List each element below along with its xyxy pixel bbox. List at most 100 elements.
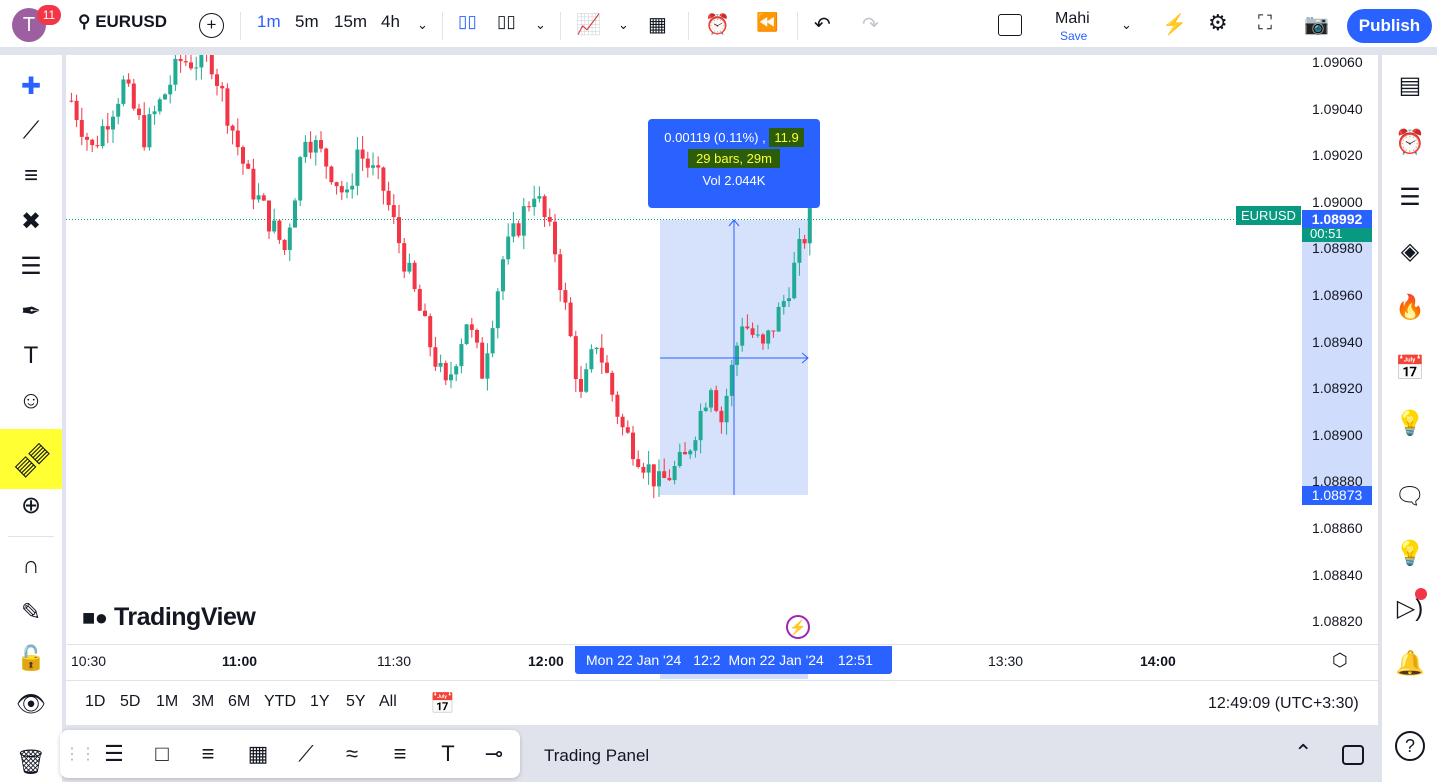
path-icon[interactable]: ≈ (336, 738, 368, 770)
candle (287, 227, 292, 251)
maximize-panel-icon[interactable] (1342, 745, 1364, 765)
horizontal-lines-icon[interactable]: ≡ (14, 159, 48, 193)
candle (319, 140, 323, 149)
fib-levels-icon[interactable]: ≡ (192, 738, 224, 770)
lock-icon[interactable]: 🔓 (14, 641, 48, 675)
clock-label[interactable]: 12:49:09 (UTC+3:30) (1208, 695, 1359, 713)
lock-drawing-icon[interactable]: ✎ (14, 595, 48, 629)
settings-gear-icon[interactable]: ⚙ (1208, 10, 1228, 36)
bars-style-icon[interactable]: ▯▯ (497, 12, 516, 32)
symbol-search[interactable]: ⚲ EURUSD (78, 12, 167, 32)
candle (246, 163, 251, 169)
camera-icon[interactable]: 📷 (1304, 12, 1329, 37)
range-all[interactable]: All (379, 693, 397, 711)
candle (532, 198, 537, 208)
save-button[interactable]: Save (1060, 29, 1087, 43)
range-3m[interactable]: 3M (192, 693, 214, 711)
parallel-channel-icon[interactable]: ≡ (384, 738, 416, 770)
layout-grid-icon[interactable]: ▦ (648, 12, 667, 37)
magnet-icon[interactable]: ∩ (14, 549, 48, 583)
publish-button[interactable]: Publish (1347, 9, 1432, 43)
pattern-icon[interactable]: ✖ (14, 204, 48, 238)
eye-icon[interactable]: 👁 (14, 687, 48, 721)
candle (256, 195, 261, 200)
candles-icon[interactable]: ▯▯ (458, 12, 477, 32)
chevron-down-icon[interactable]: ⌄ (417, 17, 428, 33)
select-all-icon[interactable] (998, 14, 1022, 36)
notification-dot (1415, 588, 1427, 600)
candle (308, 141, 313, 153)
undo-icon[interactable]: ↶ (814, 12, 831, 37)
goto-date-icon[interactable]: 📅 (430, 691, 455, 716)
last-price-label: 1.08992 (1302, 210, 1372, 228)
candle (313, 140, 318, 153)
chevron-down-icon[interactable]: ⌄ (1121, 17, 1132, 33)
range-6m[interactable]: 6M (228, 693, 250, 711)
trend-line-icon[interactable]: ⟋ (290, 738, 322, 770)
notifications-bell-icon[interactable]: 🔔 (1392, 645, 1428, 681)
candle (147, 114, 152, 148)
streams-icon[interactable]: 💡 (1392, 535, 1428, 571)
redo-icon[interactable]: ↷ (862, 12, 879, 37)
replay-icon[interactable]: ⏪ (756, 12, 778, 33)
chevron-down-icon[interactable]: ⌄ (618, 17, 629, 33)
text-tool-icon[interactable]: T (432, 738, 464, 770)
drag-handle-icon[interactable]: ⋮⋮ (64, 738, 96, 770)
help-icon[interactable]: ? (1395, 731, 1425, 761)
candle (641, 466, 646, 473)
chevron-down-icon[interactable]: ⌄ (535, 17, 546, 33)
ideas-bulb-icon[interactable]: 💡 (1392, 405, 1428, 441)
zoom-in-icon[interactable]: ⊕ (14, 488, 48, 522)
range-5y[interactable]: 5Y (346, 693, 366, 711)
candle (116, 103, 121, 117)
interval-5m[interactable]: 5m (295, 12, 319, 32)
gann-grid-icon[interactable]: ▦ (242, 738, 274, 770)
interval-1m[interactable]: 1m (257, 12, 281, 32)
price-tick: 1.09040 (1312, 100, 1363, 117)
collapse-panel-icon[interactable]: ⌃ (1294, 740, 1312, 766)
compare-add-icon[interactable]: + (199, 13, 224, 38)
trend-line-icon[interactable]: ⟋ (14, 114, 48, 148)
brush-icon[interactable]: ✒ (14, 294, 48, 328)
rectangle-tool-icon[interactable]: □ (146, 738, 178, 770)
fullscreen-icon[interactable]: ⛶ (1258, 12, 1272, 35)
symbol-label: EURUSD (95, 12, 167, 31)
indicators-icon[interactable]: 📈 (576, 12, 601, 37)
candle (667, 477, 672, 481)
candle (755, 334, 760, 336)
alert-icon[interactable]: ⏰ (705, 12, 730, 37)
lightning-icon[interactable]: ⚡ (786, 615, 810, 639)
range-1d[interactable]: 1D (85, 693, 105, 711)
text-icon[interactable]: T (14, 339, 48, 373)
range-5d[interactable]: 5D (120, 693, 140, 711)
range-ytd[interactable]: YTD (264, 693, 296, 711)
chat-icon[interactable]: 🗨 (1392, 478, 1428, 514)
range-1m[interactable]: 1M (156, 693, 178, 711)
trading-panel-title[interactable]: Trading Panel (544, 746, 649, 766)
price-tick: 1.08920 (1312, 380, 1363, 397)
alarm-clock-icon[interactable]: ⏰ (1392, 124, 1428, 160)
layout-name[interactable]: Mahi (1055, 10, 1090, 28)
candle (183, 61, 188, 63)
calendar-icon[interactable]: 📅 (1392, 350, 1428, 386)
candle (386, 190, 391, 206)
add-list-icon[interactable]: ☰ (1392, 179, 1428, 215)
layers-icon[interactable]: ◈ (1392, 233, 1428, 269)
quick-search-icon[interactable]: ⚡ (1162, 12, 1187, 37)
time-axis-settings-icon[interactable]: ⬡ (1332, 650, 1348, 671)
emoji-icon[interactable]: ☺ (14, 384, 48, 418)
horizontal-ray-icon[interactable]: ⊸ (478, 738, 510, 770)
interval-15m[interactable]: 15m (334, 12, 367, 32)
hotlist-flame-icon[interactable]: 🔥 (1392, 289, 1428, 325)
candle (293, 200, 297, 228)
candle (672, 466, 677, 481)
measure-bars: 29 bars, 29m (688, 149, 780, 168)
watchlist-icon[interactable]: ▤ (1392, 67, 1428, 103)
fib-icon[interactable]: ☰ (14, 249, 48, 283)
interval-4h[interactable]: 4h (381, 12, 400, 32)
trash-icon[interactable]: 🗑 (14, 745, 48, 779)
fib-tool-icon[interactable]: ☰ (98, 738, 130, 770)
range-1y[interactable]: 1Y (310, 693, 330, 711)
crosshair-icon[interactable]: ✚ (14, 69, 48, 103)
chart-pane[interactable]: 0.00119 (0.11%) , 11.9 29 bars, 29m Vol … (66, 54, 1378, 725)
